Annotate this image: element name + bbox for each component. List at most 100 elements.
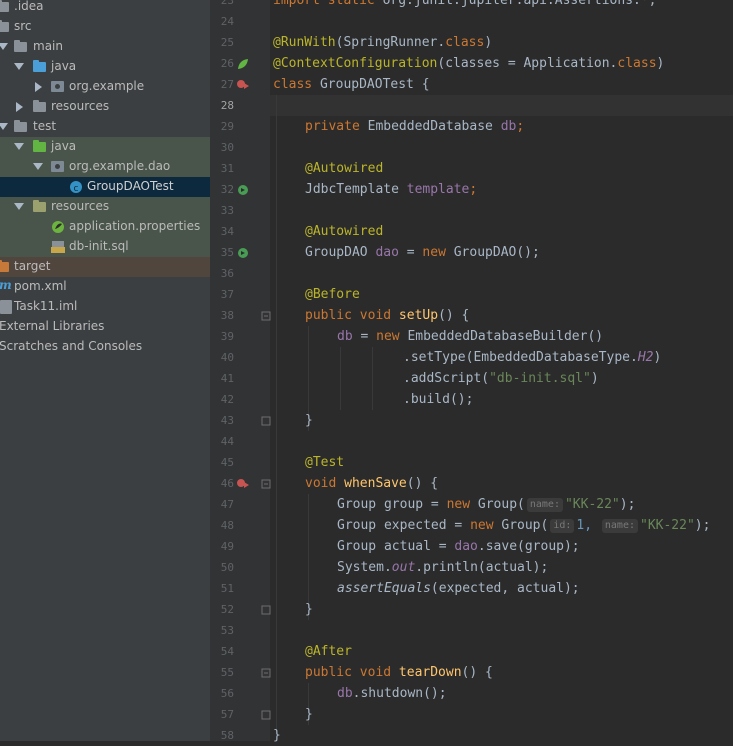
resources-folder-icon — [33, 100, 46, 112]
code-text: Group actual = — [337, 539, 455, 554]
field-name: db — [337, 329, 353, 344]
tree-item-org-example-dao[interactable]: org.example.dao — [0, 157, 210, 177]
svg-text:c: c — [74, 184, 79, 194]
chevron-right-icon[interactable] — [16, 102, 23, 112]
chevron-down-icon[interactable] — [33, 163, 43, 170]
keyword: class — [445, 35, 485, 50]
tree-item-label: target — [14, 259, 51, 273]
code-line-27: class GroupDAOTest { — [273, 74, 430, 95]
code-line-38: public void setUp() { — [305, 305, 469, 326]
tree-item-target[interactable]: target — [0, 257, 210, 277]
line-number: 48 — [220, 519, 234, 532]
line-number: 50 — [220, 561, 234, 574]
code-line-35: GroupDAO dao = new GroupDAO(); — [305, 242, 540, 263]
code-text: ) — [656, 56, 665, 71]
static-method: assertEquals — [337, 581, 431, 596]
chevron-down-icon[interactable] — [14, 63, 24, 70]
parameter-hint: name: — [601, 519, 638, 533]
tree-item-task11-iml[interactable]: Task11.iml — [0, 297, 210, 317]
tree-item-scratches[interactable]: Scratches and Consoles — [0, 337, 210, 357]
chevron-right-icon[interactable] — [35, 82, 42, 92]
annotation: @Autowired — [305, 224, 384, 239]
code-text: GroupDAO — [305, 245, 376, 260]
tree-item-label: resources — [51, 99, 110, 113]
tree-item-main-java[interactable]: java — [0, 57, 210, 77]
annotation: @RunWith — [273, 35, 336, 50]
code-text: Group( — [493, 518, 549, 533]
run-test-icon[interactable] — [236, 78, 250, 92]
chevron-down-icon[interactable] — [14, 203, 24, 210]
tree-item-db-init-sql[interactable]: db-init.sql — [0, 237, 210, 257]
code-line-31: @Autowired — [305, 158, 383, 179]
fold-collapse-icon[interactable] — [261, 311, 271, 321]
tree-item-label: org.example.dao — [69, 159, 171, 173]
annotation: @Test — [305, 455, 345, 470]
code-text: GroupDAO(); — [445, 245, 540, 260]
spring-bean-icon[interactable] — [236, 57, 250, 71]
tree-item-test-resources[interactable]: resources — [0, 197, 210, 217]
keyword: new — [470, 518, 494, 533]
code-line-25: @RunWith(SpringRunner.class) — [273, 32, 492, 53]
tree-item-external-libraries[interactable]: External Libraries — [0, 317, 210, 337]
tree-item-org-example[interactable]: org.example — [0, 77, 210, 97]
tree-item-groupdaotest[interactable]: c GroupDAOTest — [0, 177, 210, 197]
static-field: out — [391, 560, 416, 575]
code-line-56: db.shutdown(); — [337, 683, 447, 704]
code-text: org.junit.jupiter.api.Assertions.*; — [374, 0, 657, 8]
field-name: dao — [375, 245, 399, 260]
chevron-down-icon[interactable] — [14, 143, 24, 150]
tree-item-pom-xml[interactable]: m pom.xml — [0, 277, 210, 297]
java-class-icon: c — [70, 181, 82, 194]
code-line-43: } — [305, 410, 313, 431]
field-name: dao — [454, 539, 478, 554]
line-number: 57 — [220, 708, 234, 721]
spring-properties-icon — [52, 221, 64, 233]
code-text: .setType(EmbeddedDatabaseType. — [403, 350, 638, 365]
tree-item-src[interactable]: src — [0, 17, 210, 37]
method-name: tearDown — [398, 665, 462, 680]
chevron-down-icon[interactable] — [0, 43, 8, 50]
fold-expand-icon[interactable] — [261, 605, 271, 615]
tree-item-test-java[interactable]: java — [0, 137, 210, 157]
chevron-down-icon[interactable] — [0, 123, 8, 130]
tree-item-main[interactable]: main — [0, 37, 210, 57]
code-text: .build(); — [403, 392, 474, 407]
line-number: 53 — [220, 624, 234, 637]
keyword: void — [305, 476, 337, 491]
fold-collapse-icon[interactable] — [261, 668, 271, 678]
line-number: 26 — [220, 57, 234, 70]
fold-expand-icon[interactable] — [261, 416, 271, 426]
code-text: .println(actual); — [415, 560, 549, 575]
parameter-hint: id: — [550, 519, 575, 533]
folder-icon — [14, 120, 27, 132]
tree-item-idea[interactable]: .idea — [0, 0, 210, 17]
code-text: .save(group); — [477, 539, 580, 554]
code-line-55: public void tearDown() { — [305, 662, 493, 683]
run-test-icon[interactable] — [236, 477, 250, 491]
code-text: .addScript( — [403, 371, 490, 386]
code-line-50: System.out.println(actual); — [337, 557, 548, 578]
line-number: 29 — [220, 120, 234, 133]
parameter-hint: name: — [526, 498, 563, 512]
test-resources-folder-icon — [33, 200, 46, 212]
keyword: class — [273, 77, 313, 92]
code-text: .shutdown(); — [352, 686, 447, 701]
autowired-bean-icon[interactable] — [236, 183, 250, 197]
autowired-bean-icon[interactable] — [236, 246, 250, 260]
line-number: 52 — [220, 603, 234, 616]
tree-item-main-resources[interactable]: resources — [0, 97, 210, 117]
indent-guide — [372, 347, 373, 410]
code-text: (classes = Application. — [437, 56, 618, 71]
keyword: new — [376, 329, 400, 344]
fold-collapse-icon[interactable] — [261, 479, 271, 489]
tree-item-label: java — [51, 59, 77, 73]
maven-icon: m — [0, 278, 12, 292]
keyword: new — [422, 245, 446, 260]
code-line-42: .build(); — [403, 389, 473, 410]
fold-expand-icon[interactable] — [261, 710, 271, 720]
keyword: public void — [305, 308, 392, 323]
tree-item-label: pom.xml — [14, 279, 67, 293]
indent-guide — [276, 95, 277, 736]
tree-item-test[interactable]: test — [0, 117, 210, 137]
tree-item-application-properties[interactable]: application.properties — [0, 217, 210, 237]
